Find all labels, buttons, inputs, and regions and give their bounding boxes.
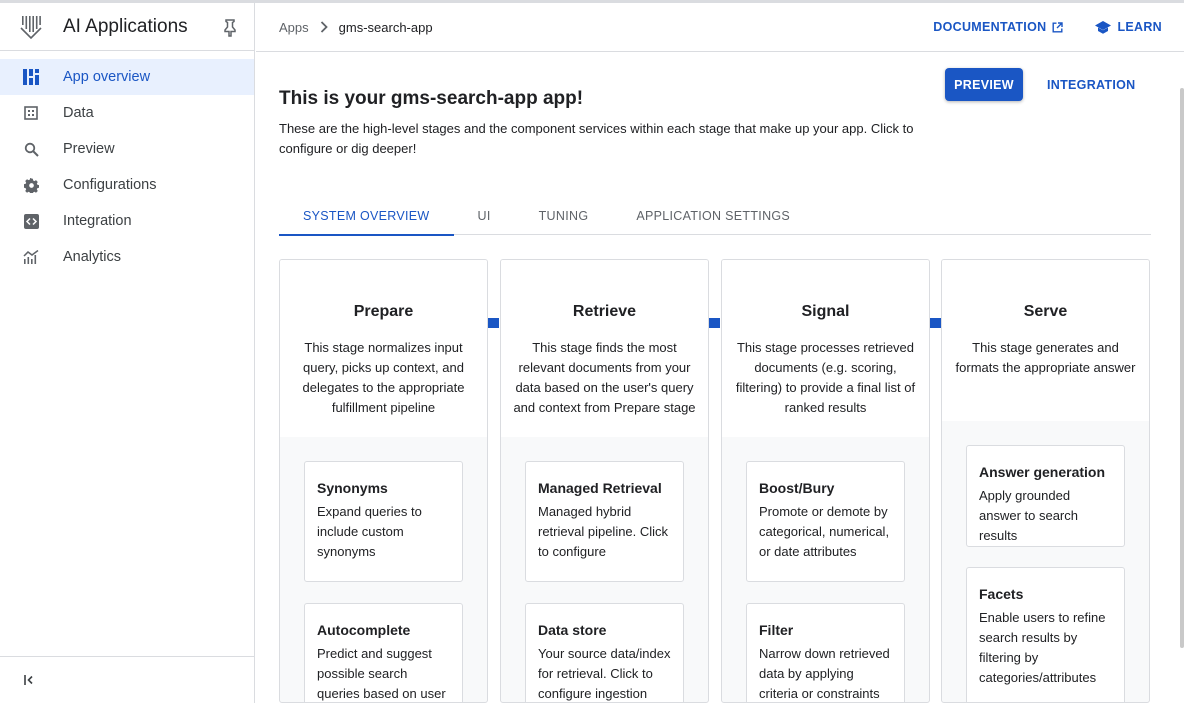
main-area: Apps gms-search-app DOCUMENTATION LEARN …	[256, 3, 1184, 703]
sidebar-nav: App overview Data Preview Configurations…	[0, 59, 254, 275]
sidebar-item-label: Analytics	[63, 249, 122, 265]
service-name: Data store	[538, 622, 607, 638]
service-card-boost-bury[interactable]: Boost/Bury Promote or demote by categori…	[746, 461, 905, 582]
sidebar-item-configurations[interactable]: Configurations	[0, 167, 254, 203]
school-icon	[1095, 20, 1112, 34]
content: This is your gms-search-app app! These a…	[256, 52, 1184, 159]
documentation-label: DOCUMENTATION	[933, 20, 1047, 34]
tab-tuning[interactable]: TUNING	[515, 200, 613, 235]
sidebar-item-label: Integration	[63, 213, 132, 229]
stage-header: Retrieve This stage finds the most relev…	[501, 260, 708, 437]
collapse-sidebar-icon[interactable]	[24, 674, 36, 686]
service-card-managed-retrieval[interactable]: Managed Retrieval Managed hybrid retriev…	[525, 461, 684, 582]
service-name: Synonyms	[317, 480, 388, 496]
sidebar-item-preview[interactable]: Preview	[0, 131, 254, 167]
service-name: Autocomplete	[317, 622, 411, 638]
stage-description: This stage processes retrieved documents…	[735, 340, 916, 415]
breadcrumb-current: gms-search-app	[338, 19, 433, 35]
preview-button[interactable]: PREVIEW	[945, 68, 1023, 101]
stage-name: Prepare	[353, 303, 414, 320]
tab-application-settings[interactable]: APPLICATION SETTINGS	[612, 200, 814, 235]
service-card-autocomplete[interactable]: Autocomplete Predict and suggest possibl…	[304, 603, 463, 702]
data-icon	[23, 105, 39, 121]
dashboard-icon	[23, 69, 39, 85]
learn-link[interactable]: LEARN	[1095, 20, 1162, 34]
documentation-link[interactable]: DOCUMENTATION	[933, 20, 1064, 34]
stage-retrieve: Retrieve This stage finds the most relev…	[500, 259, 709, 703]
service-name: Boost/Bury	[759, 480, 835, 496]
sidebar-item-label: Configurations	[63, 177, 157, 193]
external-link-icon	[1052, 21, 1064, 32]
service-description: Your source data/index for retrieval. Cl…	[538, 646, 671, 701]
tab-ui[interactable]: UI	[454, 200, 515, 235]
service-card-synonyms[interactable]: Synonyms Expand queries to include custo…	[304, 461, 463, 582]
page-description: These are the high-level stages and the …	[279, 121, 914, 156]
stage-serve: Serve This stage generates and formats t…	[941, 259, 1150, 703]
service-description: Narrow down retrieved data by applying c…	[759, 646, 890, 701]
sidebar-header: AI Applications	[0, 3, 254, 51]
sidebar-item-analytics[interactable]: Analytics	[0, 239, 254, 275]
top-bar: Apps gms-search-app DOCUMENTATION LEARN	[256, 3, 1184, 52]
code-icon	[23, 213, 39, 229]
sidebar-item-label: Data	[63, 105, 94, 121]
stage-signal: Signal This stage processes retrieved do…	[721, 259, 930, 703]
sidebar-footer	[0, 656, 254, 703]
stage-connector	[488, 318, 499, 328]
breadcrumb-apps[interactable]: Apps	[279, 20, 309, 35]
header-links: DOCUMENTATION LEARN	[933, 3, 1162, 51]
service-description: Managed hybrid retrieval pipeline. Click…	[538, 504, 669, 559]
learn-label: LEARN	[1117, 20, 1162, 34]
stage-description: This stage normalizes input query, picks…	[302, 340, 465, 415]
service-description: Enable users to refine search results by…	[979, 610, 1106, 685]
sidebar-item-data[interactable]: Data	[0, 95, 254, 131]
sidebar-item-label: App overview	[63, 69, 151, 85]
stage-name: Signal	[801, 303, 850, 320]
stage-description: This stage finds the most relevant docum…	[513, 340, 696, 415]
service-name: Filter	[759, 622, 794, 638]
app-title: AI Applications	[63, 15, 188, 37]
stage-description: This stage generates and formats the app…	[955, 340, 1136, 375]
sidebar-item-label: Preview	[63, 141, 115, 157]
service-card-filter[interactable]: Filter Narrow down retrieved data by app…	[746, 603, 905, 702]
integration-button[interactable]: INTEGRATION	[1047, 68, 1135, 101]
service-description: Promote or demote by categorical, numeri…	[759, 504, 890, 559]
ai-applications-logo-icon	[20, 15, 42, 39]
chevron-right-icon	[320, 21, 328, 33]
stage-header: Signal This stage processes retrieved do…	[722, 260, 929, 437]
scrollbar[interactable]	[1180, 88, 1184, 648]
tab-system-overview[interactable]: SYSTEM OVERVIEW	[279, 200, 454, 236]
service-description: Expand queries to include custom synonym…	[317, 504, 422, 559]
stage-header: Prepare This stage normalizes input quer…	[280, 260, 487, 437]
service-card-data-store[interactable]: Data store Your source data/index for re…	[525, 603, 684, 702]
gear-icon	[23, 177, 39, 193]
service-name: Managed Retrieval	[538, 480, 662, 496]
sidebar-item-integration[interactable]: Integration	[0, 203, 254, 239]
tab-bar: SYSTEM OVERVIEW UI TUNING APPLICATION SE…	[279, 200, 1151, 236]
service-card-facets[interactable]: Facets Enable users to refine search res…	[966, 567, 1125, 702]
stage-prepare: Prepare This stage normalizes input quer…	[279, 259, 488, 703]
sidebar-item-app-overview[interactable]: App overview	[0, 59, 254, 95]
pin-icon[interactable]	[222, 19, 238, 37]
stage-connector	[930, 318, 941, 328]
stage-name: Serve	[1023, 303, 1068, 320]
service-name: Answer generation	[979, 464, 1106, 480]
stage-connector	[709, 318, 720, 328]
analytics-icon	[23, 249, 39, 265]
service-description: Apply grounded answer to search results	[979, 488, 1078, 543]
service-card-answer-generation[interactable]: Answer generation Apply grounded answer …	[966, 445, 1125, 547]
stage-header: Serve This stage generates and formats t…	[942, 260, 1149, 421]
service-name: Facets	[979, 586, 1024, 602]
stages: Prepare This stage normalizes input quer…	[279, 259, 1151, 703]
stage-name: Retrieve	[572, 303, 637, 320]
sidebar: AI Applications App overview Data Previe…	[0, 3, 255, 703]
search-icon	[23, 141, 39, 157]
service-description: Predict and suggest possible search quer…	[317, 646, 446, 701]
